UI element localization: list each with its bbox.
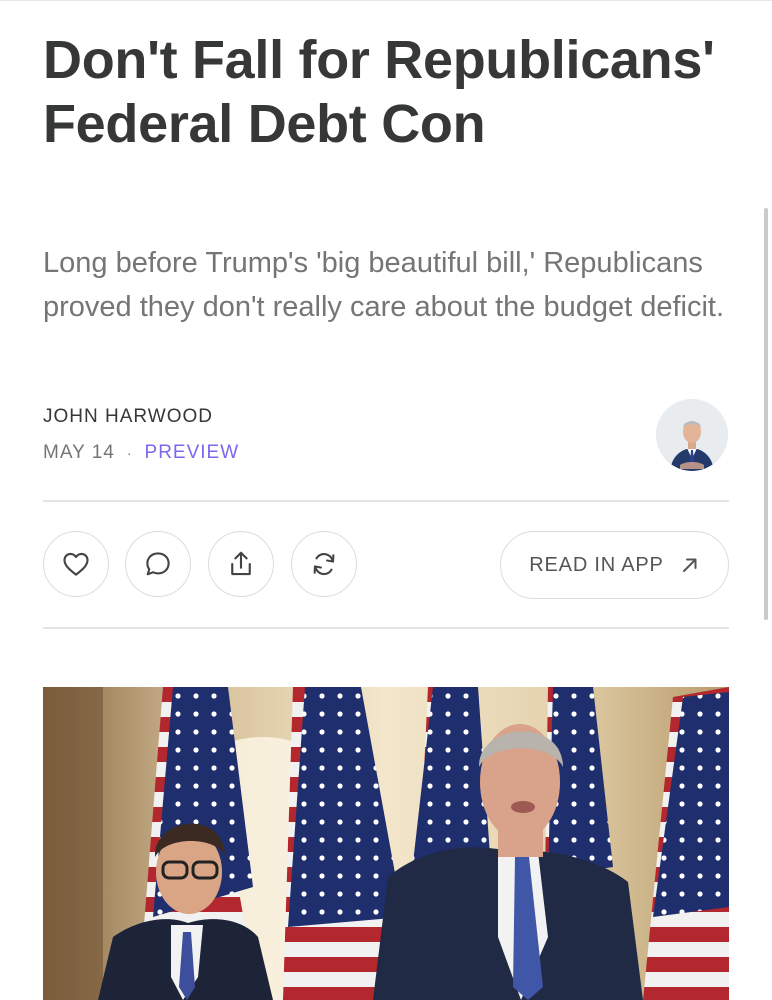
restack-icon <box>313 552 335 576</box>
preview-badge: PREVIEW <box>144 442 240 463</box>
heart-icon <box>63 552 89 576</box>
scrollbar[interactable] <box>764 208 768 620</box>
top-divider <box>0 0 772 1</box>
author-avatar[interactable] <box>656 399 728 471</box>
like-button[interactable] <box>43 531 109 597</box>
arrow-up-right-icon <box>682 558 697 572</box>
divider-top <box>43 500 729 502</box>
post-date: MAY 14 <box>43 442 115 463</box>
hero-image[interactable] <box>43 687 729 1000</box>
author-photo <box>656 399 728 471</box>
author-name[interactable]: JOHN HARWOOD <box>43 406 213 428</box>
article-title: Don't Fall for Republicans' Federal Debt… <box>43 30 715 154</box>
comment-icon <box>146 552 170 576</box>
read-in-app-label: READ IN APP <box>529 553 664 576</box>
meta-separator: · <box>126 445 133 461</box>
read-in-app-button[interactable]: READ IN APP <box>500 531 729 599</box>
article-page: Don't Fall for Republicans' Federal Debt… <box>0 0 772 1000</box>
hero-photo <box>43 687 729 1000</box>
restack-button[interactable] <box>291 531 357 597</box>
share-icon <box>231 551 251 576</box>
divider-bottom <box>43 627 729 629</box>
comment-button[interactable] <box>125 531 191 597</box>
share-button[interactable] <box>208 531 274 597</box>
article-subtitle: Long before Trump's 'big beautiful bill,… <box>43 247 725 323</box>
post-meta: MAY 14 · PREVIEW <box>43 442 239 464</box>
